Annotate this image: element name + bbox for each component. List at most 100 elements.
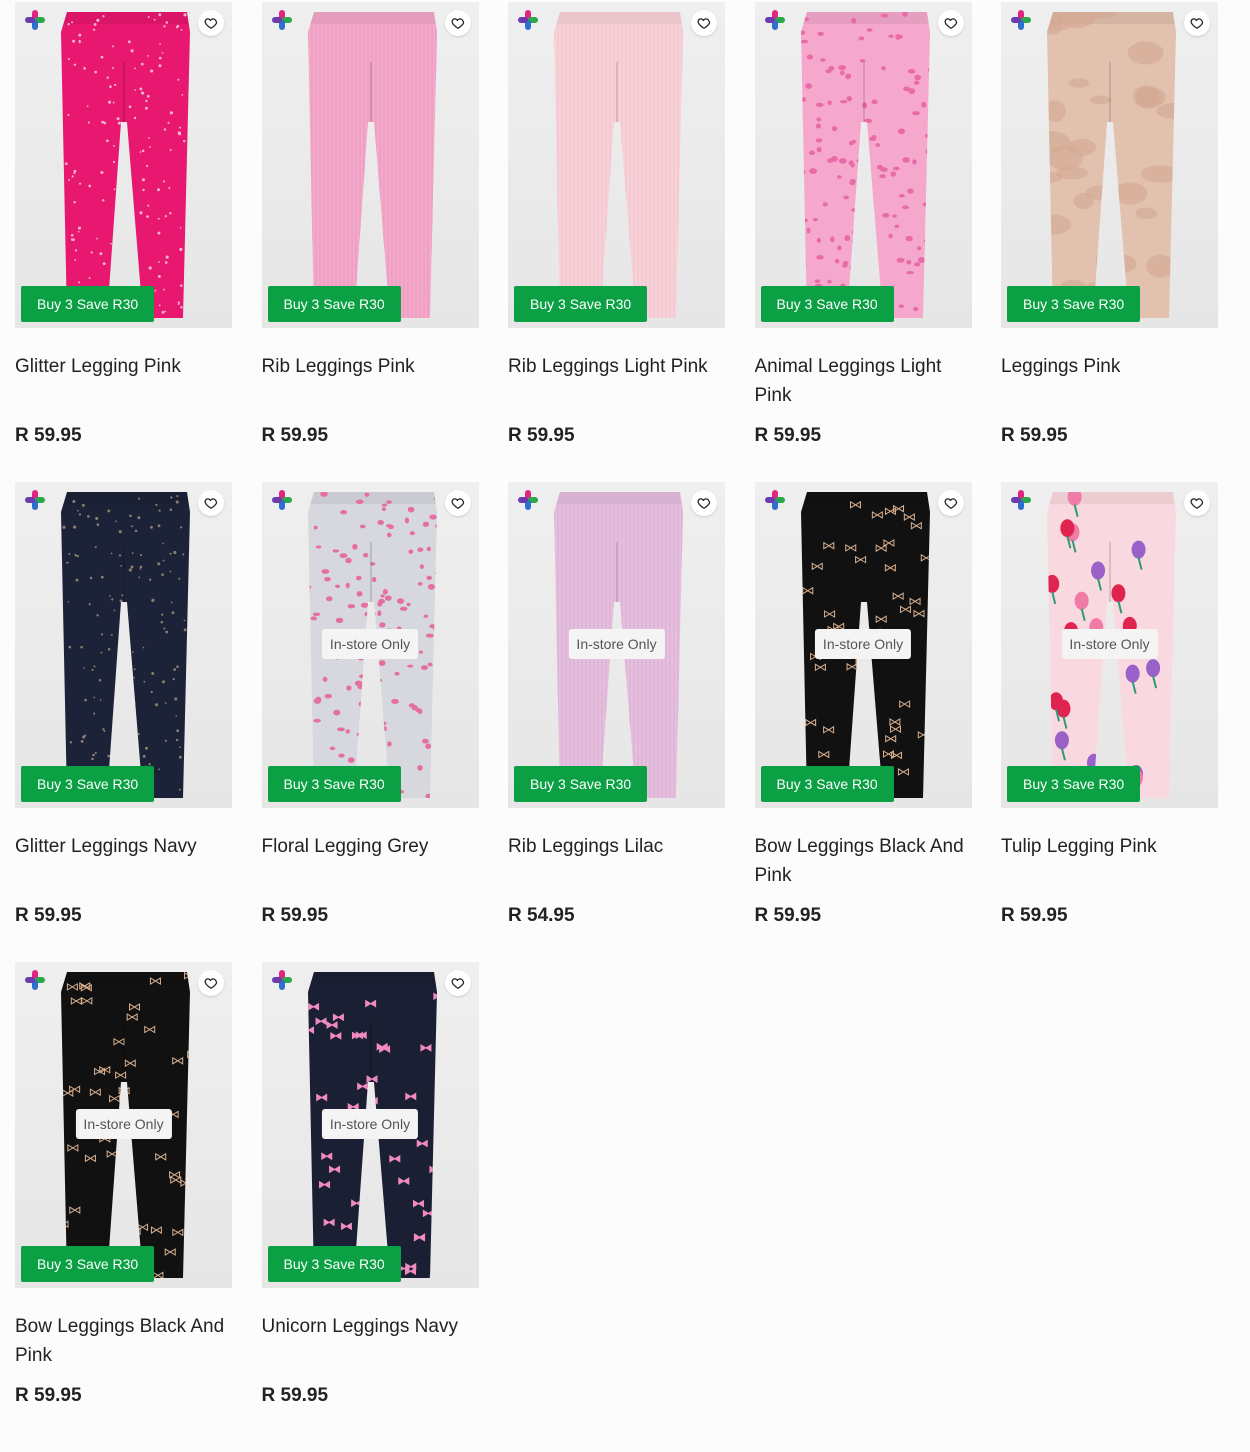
product-grid: Buy 3 Save R30 Glitter Legging Pink R 59… bbox=[15, 2, 1218, 1442]
heart-icon bbox=[1190, 18, 1204, 29]
product-price: R 59.95 bbox=[261, 425, 329, 446]
wishlist-button[interactable] bbox=[1184, 10, 1210, 36]
product-card[interactable]: Buy 3 Save R30 Rib Leggings Light Pink R… bbox=[508, 2, 725, 482]
promo-badge[interactable]: Buy 3 Save R30 bbox=[1007, 286, 1141, 322]
product-price: R 59.95 bbox=[754, 425, 822, 446]
plus-logo-icon bbox=[518, 490, 538, 510]
product-card[interactable]: Buy 3 Save R30 Animal Leggings Light Pin… bbox=[754, 2, 972, 482]
plus-logo-icon bbox=[25, 490, 45, 510]
product-price: R 59.95 bbox=[15, 905, 82, 926]
plus-logo-icon bbox=[764, 490, 785, 510]
product-title[interactable]: Animal Leggings Light Pink bbox=[755, 352, 972, 410]
product-title[interactable]: Bow Leggings Black And Pink bbox=[755, 832, 972, 890]
product-title[interactable]: Glitter Legging Pink bbox=[15, 352, 232, 410]
product-title[interactable]: Floral Legging Grey bbox=[262, 832, 479, 890]
product-card[interactable]: In-store Only Buy 3 Save R30 Bow Legging… bbox=[754, 482, 972, 962]
plus-logo-icon bbox=[518, 10, 538, 30]
wishlist-button[interactable] bbox=[444, 490, 471, 516]
product-card[interactable]: In-store Only Buy 3 Save R30 Floral Legg… bbox=[261, 482, 479, 962]
plus-logo-icon bbox=[271, 970, 292, 990]
heart-icon bbox=[204, 498, 218, 509]
product-card[interactable]: Buy 3 Save R30 Glitter Legging Pink R 59… bbox=[15, 2, 232, 482]
in-store-only-badge: In-store Only bbox=[321, 629, 419, 659]
product-price: R 59.95 bbox=[15, 425, 82, 446]
product-image[interactable]: In-store Only Buy 3 Save R30 bbox=[1001, 482, 1218, 808]
promo-badge[interactable]: Buy 3 Save R30 bbox=[21, 1246, 155, 1282]
product-photo bbox=[554, 12, 683, 318]
heart-icon bbox=[451, 18, 464, 29]
promo-badge[interactable]: Buy 3 Save R30 bbox=[267, 1246, 401, 1282]
product-image[interactable]: In-store Only Buy 3 Save R30 bbox=[15, 962, 232, 1288]
product-title[interactable]: Rib Leggings Lilac bbox=[508, 832, 725, 890]
in-store-only-badge: In-store Only bbox=[568, 629, 665, 659]
product-card[interactable]: Buy 3 Save R30 Leggings Pink R 59.95 bbox=[1001, 2, 1218, 482]
wishlist-button[interactable] bbox=[444, 970, 471, 996]
product-price: R 59.95 bbox=[754, 905, 822, 926]
promo-badge[interactable]: Buy 3 Save R30 bbox=[267, 766, 401, 802]
wishlist-button[interactable] bbox=[198, 10, 224, 36]
product-photo bbox=[61, 492, 190, 798]
product-card[interactable]: Buy 3 Save R30 Rib Leggings Pink R 59.95 bbox=[261, 2, 479, 482]
product-title[interactable]: Unicorn Leggings Navy bbox=[262, 1312, 479, 1370]
product-card[interactable]: In-store Only Buy 3 Save R30 Rib Legging… bbox=[508, 482, 725, 962]
product-image[interactable]: In-store Only Buy 3 Save R30 bbox=[261, 962, 479, 1288]
product-image[interactable]: Buy 3 Save R30 bbox=[15, 482, 232, 808]
product-price: R 54.95 bbox=[508, 905, 575, 926]
promo-badge[interactable]: Buy 3 Save R30 bbox=[760, 766, 894, 802]
product-image[interactable]: In-store Only Buy 3 Save R30 bbox=[261, 482, 479, 808]
product-price: R 59.95 bbox=[508, 425, 575, 446]
product-title[interactable]: Tulip Legging Pink bbox=[1001, 832, 1218, 890]
heart-icon bbox=[697, 18, 711, 29]
heart-icon bbox=[451, 498, 464, 509]
promo-badge[interactable]: Buy 3 Save R30 bbox=[514, 766, 648, 802]
product-photo bbox=[800, 12, 930, 318]
product-image[interactable]: Buy 3 Save R30 bbox=[1001, 2, 1218, 328]
product-image[interactable]: Buy 3 Save R30 bbox=[261, 2, 479, 328]
promo-badge[interactable]: Buy 3 Save R30 bbox=[514, 286, 648, 322]
product-title[interactable]: Glitter Leggings Navy bbox=[15, 832, 232, 890]
wishlist-button[interactable] bbox=[691, 10, 717, 36]
heart-icon bbox=[944, 498, 957, 509]
product-price: R 59.95 bbox=[15, 1385, 82, 1406]
product-image[interactable]: Buy 3 Save R30 bbox=[754, 2, 972, 328]
promo-badge[interactable]: Buy 3 Save R30 bbox=[760, 286, 894, 322]
plus-logo-icon bbox=[1011, 10, 1031, 30]
wishlist-button[interactable] bbox=[691, 490, 717, 516]
wishlist-button[interactable] bbox=[937, 490, 964, 516]
product-price: R 59.95 bbox=[1001, 905, 1068, 926]
promo-badge[interactable]: Buy 3 Save R30 bbox=[1007, 766, 1141, 802]
product-image[interactable]: In-store Only Buy 3 Save R30 bbox=[508, 482, 725, 808]
product-title[interactable]: Rib Leggings Light Pink bbox=[508, 352, 725, 410]
product-image[interactable]: Buy 3 Save R30 bbox=[15, 2, 232, 328]
product-card[interactable]: In-store Only Buy 3 Save R30 Unicorn Leg… bbox=[261, 962, 479, 1442]
product-photo bbox=[1047, 12, 1176, 318]
heart-icon bbox=[204, 18, 218, 29]
wishlist-button[interactable] bbox=[1184, 490, 1210, 516]
product-card[interactable]: In-store Only Buy 3 Save R30 Bow Legging… bbox=[15, 962, 232, 1442]
promo-badge[interactable]: Buy 3 Save R30 bbox=[21, 286, 155, 322]
product-title[interactable]: Bow Leggings Black And Pink bbox=[15, 1312, 232, 1370]
product-image[interactable]: Buy 3 Save R30 bbox=[508, 2, 725, 328]
wishlist-button[interactable] bbox=[444, 10, 471, 36]
promo-badge[interactable]: Buy 3 Save R30 bbox=[21, 766, 155, 802]
wishlist-button[interactable] bbox=[198, 490, 224, 516]
product-card[interactable]: Buy 3 Save R30 Glitter Leggings Navy R 5… bbox=[15, 482, 232, 962]
in-store-only-badge: In-store Only bbox=[1061, 629, 1158, 659]
heart-icon bbox=[204, 978, 218, 989]
plus-logo-icon bbox=[271, 490, 292, 510]
wishlist-button[interactable] bbox=[198, 970, 224, 996]
plus-logo-icon bbox=[271, 10, 292, 30]
product-price: R 59.95 bbox=[1001, 425, 1068, 446]
leggings-shape bbox=[61, 12, 190, 318]
product-title[interactable]: Leggings Pink bbox=[1001, 352, 1218, 410]
plus-logo-icon bbox=[25, 10, 45, 30]
wishlist-button[interactable] bbox=[937, 10, 964, 36]
plus-logo-icon bbox=[1011, 490, 1031, 510]
promo-badge[interactable]: Buy 3 Save R30 bbox=[267, 286, 401, 322]
product-title[interactable]: Rib Leggings Pink bbox=[262, 352, 479, 410]
heart-icon bbox=[697, 498, 711, 509]
product-card[interactable]: In-store Only Buy 3 Save R30 Tulip Leggi… bbox=[1001, 482, 1218, 962]
leggings-shape bbox=[61, 492, 190, 798]
product-image[interactable]: In-store Only Buy 3 Save R30 bbox=[754, 482, 972, 808]
product-photo bbox=[61, 12, 190, 318]
